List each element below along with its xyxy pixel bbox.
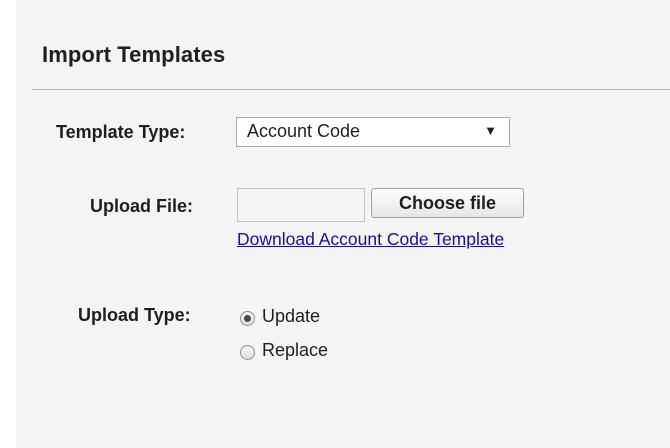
replace-radio-label[interactable]: Replace (262, 340, 328, 361)
title-divider (32, 89, 670, 90)
upload-type-label: Upload Type: (78, 305, 191, 325)
replace-radio[interactable] (240, 345, 255, 360)
import-templates-panel: Import Templates (16, 0, 670, 448)
chevron-down-icon: ▼ (484, 123, 497, 138)
template-type-label: Template Type: (56, 122, 186, 142)
update-radio[interactable] (240, 311, 255, 326)
file-name-field[interactable] (237, 188, 365, 222)
template-type-selected-value: Account Code (247, 121, 361, 141)
update-radio-label[interactable]: Update (262, 306, 320, 327)
download-template-link[interactable]: Download Account Code Template (237, 229, 504, 250)
template-type-select[interactable]: Account Code ▼ (236, 117, 510, 147)
panel-title: Import Templates (42, 42, 226, 67)
upload-file-label: Upload File: (90, 196, 193, 216)
choose-file-button[interactable]: Choose file (371, 188, 524, 218)
